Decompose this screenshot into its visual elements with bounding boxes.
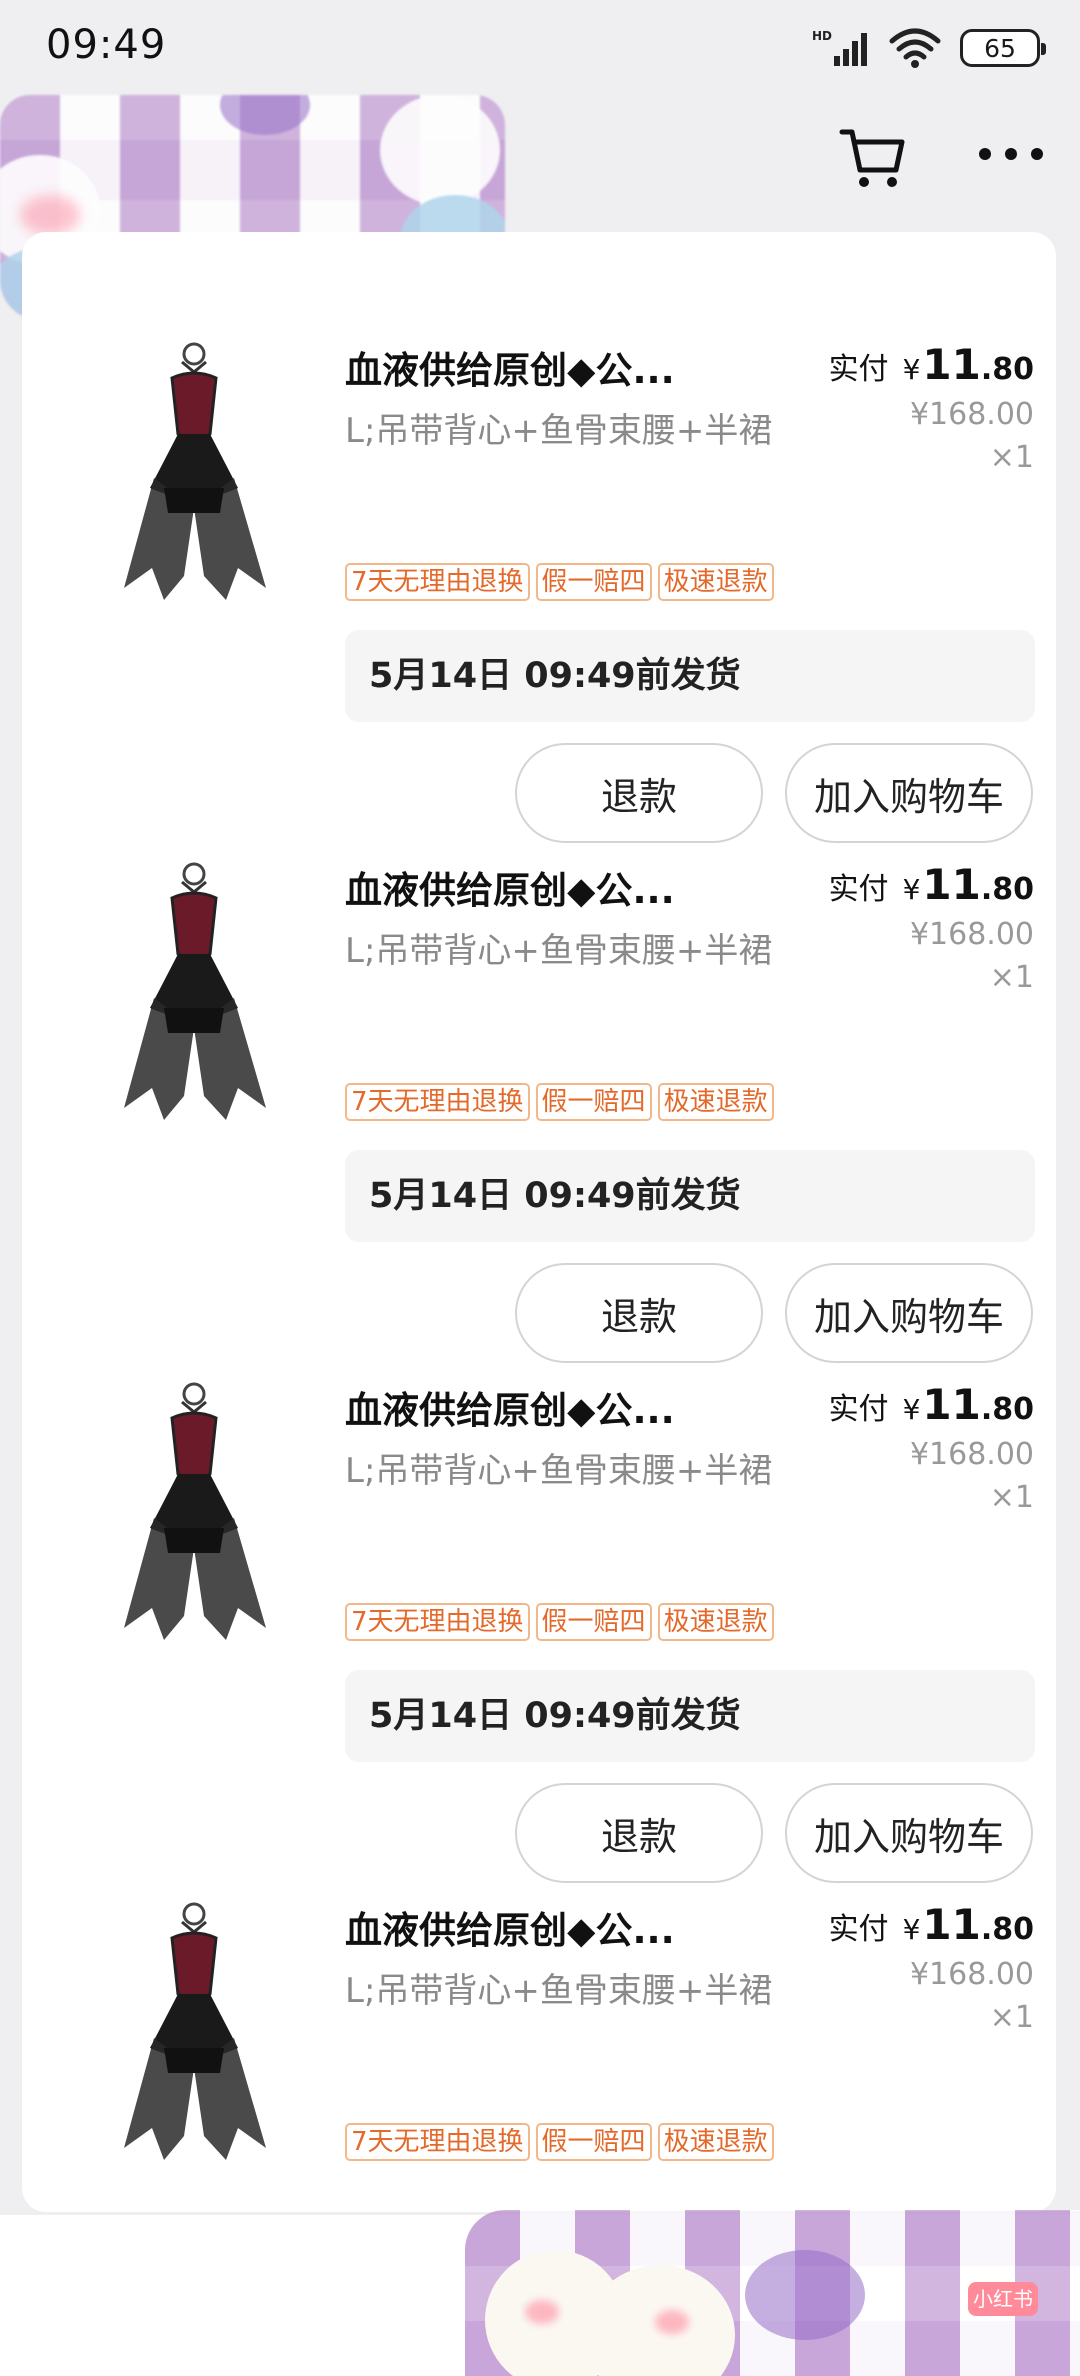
paid-label: 实付 bbox=[828, 1392, 889, 1427]
network-type-label: HD bbox=[812, 29, 832, 43]
paid-label: 实付 bbox=[828, 352, 889, 387]
service-tag: 7天无理由退换 bbox=[345, 1603, 530, 1641]
shopping-cart-icon[interactable] bbox=[838, 122, 910, 194]
product-spec: L;吊带背心+鱼骨束腰+半裙 bbox=[345, 931, 773, 971]
service-tags: 7天无理由退换 假一赔四 极速退款 bbox=[345, 1603, 774, 1641]
battery-level: 65 bbox=[984, 33, 1016, 63]
paid-price-integer: 11 bbox=[922, 860, 981, 909]
product-thumbnail[interactable] bbox=[94, 858, 294, 1128]
order-items-card: 血液供给原创◆公... L;吊带背心+鱼骨束腰+半裙 7天无理由退换 假一赔四 … bbox=[22, 232, 1056, 2212]
quantity: ×1 bbox=[989, 960, 1034, 995]
product-title[interactable]: 血液供给原创◆公... bbox=[345, 1900, 755, 1956]
paid-price-decimal: .80 bbox=[980, 352, 1034, 387]
price-block: 实付 ¥11.80 ¥168.00 ×1 bbox=[829, 1380, 1034, 1515]
service-tag: 极速退款 bbox=[657, 1083, 774, 1121]
shipping-deadline: 5月14日 09:49前发货 bbox=[345, 1150, 1035, 1242]
battery-icon: 65 bbox=[960, 29, 1046, 67]
product-spec: L;吊带背心+鱼骨束腰+半裙 bbox=[345, 1451, 773, 1491]
order-detail-page: 09:49 HD 65 血液供给原创◆公... L;吊带背心+鱼骨束腰+半裙 7… bbox=[0, 0, 1080, 2376]
original-price: ¥168.00 bbox=[909, 397, 1034, 432]
order-item[interactable]: 血液供给原创◆公... L;吊带背心+鱼骨束腰+半裙 7天无理由退换 假一赔四 … bbox=[22, 1792, 1056, 2212]
product-thumbnail[interactable] bbox=[94, 1898, 294, 2168]
product-thumbnail[interactable] bbox=[94, 1378, 294, 1648]
paid-price-integer: 11 bbox=[922, 1900, 981, 1949]
service-tag: 7天无理由退换 bbox=[345, 2123, 530, 2161]
service-tag: 7天无理由退换 bbox=[345, 563, 530, 601]
shipping-deadline: 5月14日 09:49前发货 bbox=[345, 1670, 1035, 1762]
service-tags: 7天无理由退换 假一赔四 极速退款 bbox=[345, 2123, 774, 2161]
service-tags: 7天无理由退换 假一赔四 极速退款 bbox=[345, 1083, 774, 1121]
paid-label: 实付 bbox=[828, 872, 889, 907]
original-price: ¥168.00 bbox=[909, 1437, 1034, 1472]
currency-symbol: ¥ bbox=[902, 353, 921, 386]
paid-price-integer: 11 bbox=[922, 1380, 981, 1429]
status-time: 09:49 bbox=[46, 22, 167, 68]
paid-price-decimal: .80 bbox=[980, 872, 1034, 907]
original-price: ¥168.00 bbox=[909, 1957, 1034, 1992]
currency-symbol: ¥ bbox=[902, 1913, 921, 1946]
product-title[interactable]: 血液供给原创◆公... bbox=[345, 860, 755, 916]
service-tag: 极速退款 bbox=[657, 2123, 774, 2161]
quantity: ×1 bbox=[989, 2000, 1034, 2035]
service-tag: 7天无理由退换 bbox=[345, 1083, 530, 1121]
product-spec: L;吊带背心+鱼骨束腰+半裙 bbox=[345, 1971, 773, 2011]
paid-price-decimal: .80 bbox=[980, 1392, 1034, 1427]
service-tag: 假一赔四 bbox=[535, 1083, 652, 1121]
shipping-deadline: 5月14日 09:49前发货 bbox=[345, 630, 1035, 722]
order-item[interactable]: 血液供给原创◆公... L;吊带背心+鱼骨束腰+半裙 7天无理由退换 假一赔四 … bbox=[22, 752, 1056, 1363]
service-tag: 假一赔四 bbox=[535, 1603, 652, 1641]
signal-icon: HD bbox=[812, 29, 867, 66]
currency-symbol: ¥ bbox=[902, 873, 921, 906]
service-tag: 极速退款 bbox=[657, 563, 774, 601]
xiaohongshu-logo: 小红书 bbox=[968, 2282, 1038, 2316]
price-block: 实付 ¥11.80 ¥168.00 ×1 bbox=[829, 340, 1034, 475]
status-icons: HD 65 bbox=[812, 24, 1046, 72]
more-dots-icon[interactable] bbox=[975, 136, 1047, 172]
product-title[interactable]: 血液供给原创◆公... bbox=[345, 340, 755, 396]
currency-symbol: ¥ bbox=[902, 1393, 921, 1426]
service-tags: 7天无理由退换 假一赔四 极速退款 bbox=[345, 563, 774, 601]
order-item[interactable]: 血液供给原创◆公... L;吊带背心+鱼骨束腰+半裙 7天无理由退换 假一赔四 … bbox=[22, 1272, 1056, 1883]
product-title[interactable]: 血液供给原创◆公... bbox=[345, 1380, 755, 1436]
order-item[interactable]: 血液供给原创◆公... L;吊带背心+鱼骨束腰+半裙 7天无理由退换 假一赔四 … bbox=[22, 232, 1056, 843]
service-tag: 假一赔四 bbox=[535, 2123, 652, 2161]
paid-label: 实付 bbox=[828, 1912, 889, 1947]
price-block: 实付 ¥11.80 ¥168.00 ×1 bbox=[829, 860, 1034, 995]
quantity: ×1 bbox=[989, 440, 1034, 475]
service-tag: 假一赔四 bbox=[535, 563, 652, 601]
price-block: 实付 ¥11.80 ¥168.00 ×1 bbox=[829, 1900, 1034, 2035]
original-price: ¥168.00 bbox=[909, 917, 1034, 952]
product-spec: L;吊带背心+鱼骨束腰+半裙 bbox=[345, 411, 773, 451]
paid-price-integer: 11 bbox=[922, 340, 981, 389]
paid-price-decimal: .80 bbox=[980, 1912, 1034, 1947]
status-bar: 09:49 HD 65 bbox=[0, 0, 1080, 92]
service-tag: 极速退款 bbox=[657, 1603, 774, 1641]
wifi-icon bbox=[889, 28, 941, 68]
product-thumbnail[interactable] bbox=[94, 338, 294, 608]
quantity: ×1 bbox=[989, 1480, 1034, 1515]
